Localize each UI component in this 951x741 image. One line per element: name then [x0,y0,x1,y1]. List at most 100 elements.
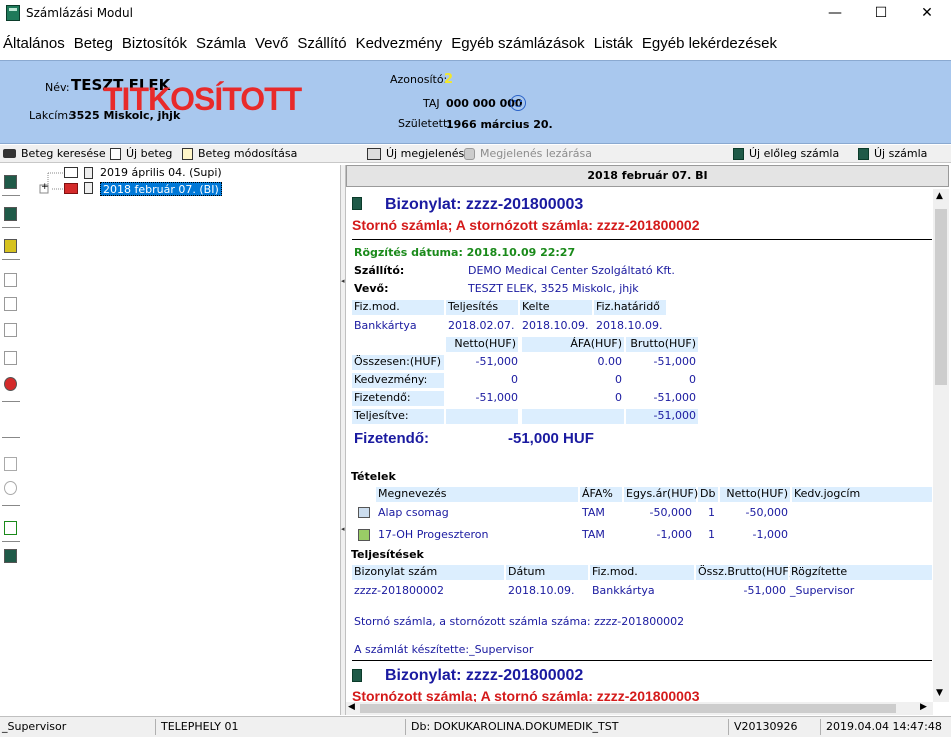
collapse-arrow-icon[interactable]: ◂ [341,277,345,285]
menu-egyeb-szamlazasok[interactable]: Egyéb számlázások [451,35,584,52]
supplier-value: DEMO Medical Center Szolgáltató Kft. [468,264,675,277]
menu-altalanos[interactable]: Általános [3,35,65,52]
born-label: Született: [398,117,451,130]
menu-listak[interactable]: Listák [594,35,633,52]
scroll-up-icon[interactable]: ▲ [936,191,943,201]
pay-header-mode: Fiz.mod. [352,300,444,315]
payment-doc: zzzz-201800002 [354,584,445,597]
close-button[interactable]: ✕ [904,0,950,26]
invoice-title: Bizonylat: zzzz-201800003 [385,196,584,213]
separator [2,195,20,196]
item-netto: -1,000 [752,528,788,541]
collapse-arrow-icon[interactable]: ◂ [341,525,345,533]
discount-netto: 0 [511,373,518,386]
horizontal-scrollbar[interactable]: ◀ ▶ [346,702,933,715]
advance-invoice-icon[interactable] [4,207,17,221]
taj-label: TAJ [423,97,440,110]
print-receipt-icon[interactable] [4,351,17,365]
separator [2,259,20,260]
menu-szallito[interactable]: Szállító [297,35,346,52]
separator [155,719,156,735]
new-document-icon [110,147,121,160]
storno-icon[interactable] [4,377,17,391]
scroll-right-icon[interactable]: ▶ [920,702,927,712]
patient-header: Név: TESZT ELEK TITKOSÍTOTT Lakcím: 3525… [0,60,951,144]
maximize-button[interactable]: ☐ [858,0,904,26]
tree-expander[interactable]: + [41,182,49,192]
open-book-icon [64,167,78,178]
payments-title: Teljesítések [351,548,424,561]
item-name: 17-OH Progeszteron [378,528,489,541]
blank-document-icon[interactable] [4,457,17,471]
vertical-scrollbar[interactable]: ▲ ▼ [933,189,949,702]
menu-szamla[interactable]: Számla [196,35,246,52]
storno-line-2: Stornózott számla; A stornó számla: zzzz… [352,688,700,702]
payable-netto: -51,000 [475,391,518,404]
sum-label: Összesen:(HUF) [352,355,444,370]
minimize-button[interactable]: — [812,0,858,26]
cash-register-icon[interactable] [4,549,17,563]
visit-tree: + 2019 április 04. (Supi) 2018 február 0… [24,165,340,715]
payment-header-by: Rögzítette [790,565,932,580]
discount-afa: 0 [615,373,622,386]
print-copy-icon[interactable] [4,297,17,311]
item-netto: -50,000 [745,506,788,519]
item-price: -50,000 [649,506,692,519]
menu-beteg[interactable]: Beteg [74,35,113,52]
menu-egyeb-lekerdezesek[interactable]: Egyéb lekérdezések [642,35,777,52]
menu-biztositok[interactable]: Biztosítók [122,35,187,52]
pay-header-due: Fiz.határidő [594,300,666,315]
new-invoice-button[interactable]: Új számla [858,147,927,160]
new-advance-invoice-button[interactable]: Új előleg számla [733,147,839,160]
new-patient-button[interactable]: Új beteg [110,147,172,160]
scroll-thumb[interactable] [935,209,947,385]
storno-line: Stornó számla; A stornózott számla: zzzz… [352,217,700,233]
print-list-icon[interactable] [4,323,17,337]
search-patient-button[interactable]: Beteg keresése [3,147,106,160]
menu-bar: Általános Beteg Biztosítók Számla Vevő S… [0,30,786,56]
payment-header-date: Dátum [506,565,588,580]
pay-completion: 2018.02.07. [448,319,515,332]
calculator-list-icon[interactable] [4,239,17,253]
menu-kedvezmeny[interactable]: Kedvezmény [356,35,443,52]
scroll-down-icon[interactable]: ▼ [936,688,943,698]
invoice-icon[interactable] [4,175,17,189]
separator [728,719,729,735]
separator [2,401,20,402]
window-title: Számlázási Modul [26,6,133,20]
new-visit-button[interactable]: Új megjelenés [367,147,464,160]
payable-row-label: Fizetendő: [352,391,444,406]
tree-item-visit-2019[interactable]: 2019 április 04. (Supi) [100,166,222,180]
invoice-document: Bizonylat: zzzz-201800003 Stornó számla;… [346,189,932,702]
refresh-icon[interactable] [4,521,17,535]
close-visit-button[interactable]: Megjelenés lezárása [464,147,592,160]
scroll-thumb[interactable] [360,704,896,713]
package-icon [358,507,370,518]
lab-icon [358,529,370,541]
pay-due: 2018.10.09. [596,319,663,332]
patient-address: 3525 Miskolc, jhjk [69,109,181,122]
delete-icon[interactable] [4,481,17,495]
invoice-title-2: Bizonylat: zzzz-201800002 [385,667,584,684]
patient-birthdate: 1966 március 20. [446,118,553,131]
pay-mode: Bankkártya [354,319,417,332]
left-toolstrip [0,165,24,715]
print-icon[interactable] [4,273,17,287]
pay-header-completion: Teljesítés [446,300,518,315]
sum-afa: 0.00 [597,355,623,368]
sum-brutto: -51,000 [653,355,696,368]
payment-header-brutto: Össz.Brutto(HUF) [696,565,794,580]
discount-brutto: 0 [689,373,696,386]
separator [2,227,20,228]
toolbar: Beteg keresése Új beteg Beteg módosítása… [0,145,951,163]
sum-header-brutto: Brutto(HUF) [626,337,698,352]
tree-item-visit-2018[interactable]: 2018 február 07. (BI) [100,182,222,196]
made-by: A számlát készítette:_Supervisor [354,643,534,656]
completed-label: Teljesítve: [352,409,444,424]
menu-vevo[interactable]: Vevő [255,35,288,52]
item-price: -1,000 [656,528,692,541]
payable-total-value: -51,000 HUF [508,430,594,447]
modify-patient-button[interactable]: Beteg módosítása [182,147,297,160]
items-title: Tételek [351,470,396,483]
scroll-left-icon[interactable]: ◀ [348,702,355,712]
